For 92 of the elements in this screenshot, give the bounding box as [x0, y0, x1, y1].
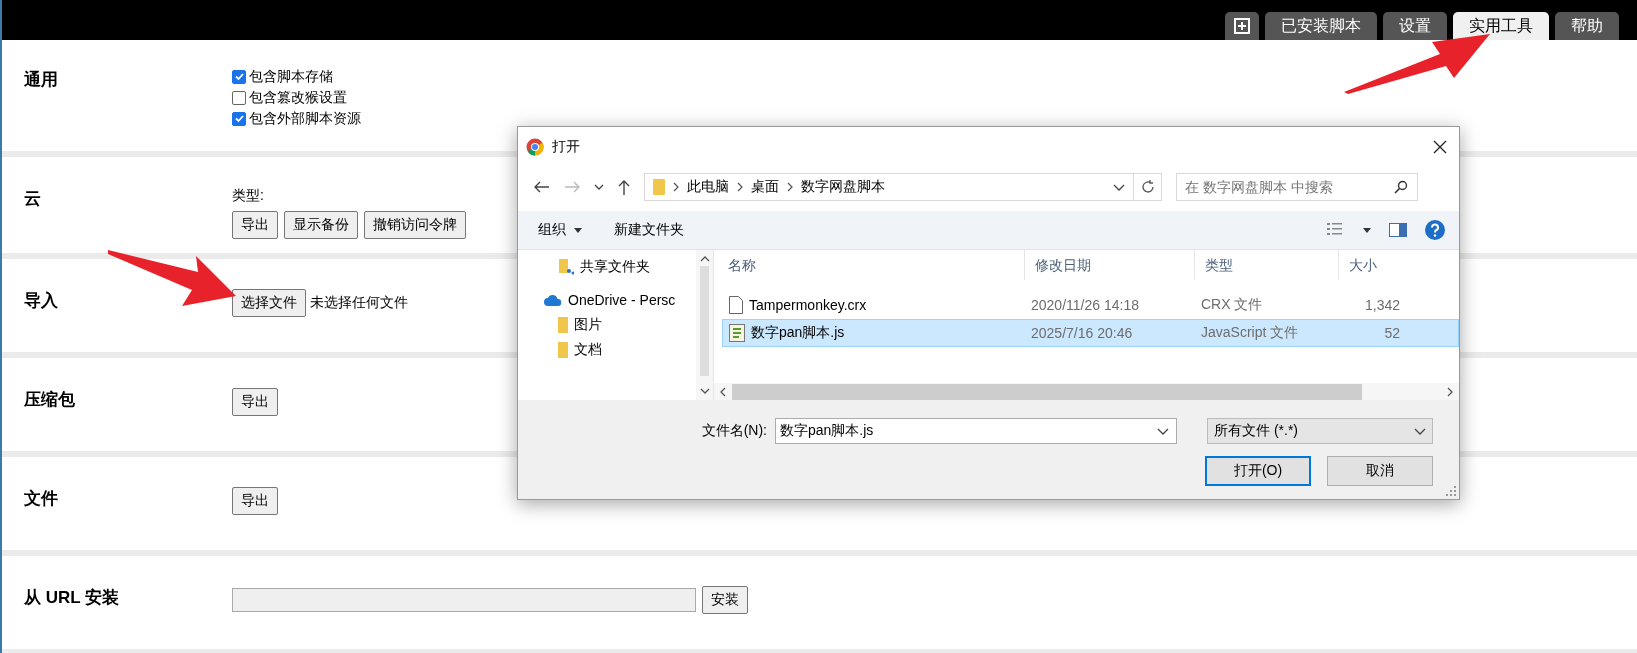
- action-button[interactable]: 导出: [232, 211, 278, 239]
- checkbox-label: 包含篡改猴设置: [249, 89, 347, 106]
- chevron-down-icon[interactable]: [594, 184, 604, 190]
- scroll-left-icon[interactable]: [720, 386, 726, 397]
- section-title: 压缩包: [24, 390, 75, 409]
- search-icon: [1394, 180, 1408, 194]
- chevron-down-icon: [1414, 427, 1426, 435]
- chevron-right-icon: [673, 182, 679, 192]
- type-label: 类型:: [232, 187, 265, 205]
- section-title: 从 URL 安装: [24, 588, 120, 607]
- section-title: 通用: [24, 70, 58, 89]
- file-type: CRX 文件: [1200, 296, 1264, 314]
- script-file-icon: [729, 324, 745, 342]
- up-icon[interactable]: [618, 179, 630, 195]
- checkbox-label: 包含脚本存储: [249, 68, 333, 85]
- section-title: 云: [24, 189, 41, 208]
- help-icon[interactable]: [1425, 220, 1445, 240]
- tab[interactable]: 已安装脚本: [1265, 12, 1377, 40]
- breadcrumb-item[interactable]: 此电脑: [687, 178, 729, 196]
- shared-folder-icon: [558, 258, 574, 275]
- action-button[interactable]: 撤销访问令牌: [364, 211, 466, 239]
- refresh-icon: [1139, 179, 1156, 195]
- folder-icon: [558, 341, 568, 358]
- dialog-button[interactable]: 打开(O): [1205, 456, 1311, 486]
- column-header[interactable]: 大小: [1339, 250, 1459, 280]
- chevron-right-icon: [787, 182, 793, 192]
- filename-field[interactable]: 数字pan脚本.js: [775, 418, 1177, 444]
- checkbox[interactable]: [232, 90, 246, 105]
- new-folder-button[interactable]: 新建文件夹: [614, 221, 684, 239]
- close-icon[interactable]: [1433, 140, 1447, 154]
- action-button[interactable]: 导出: [232, 388, 278, 416]
- breadcrumb-item[interactable]: 桌面: [751, 178, 779, 196]
- scroll-right-icon[interactable]: [1447, 386, 1453, 397]
- chevron-down-icon[interactable]: [1113, 183, 1125, 191]
- scroll-down-icon[interactable]: [699, 388, 710, 394]
- tab[interactable]: 设置: [1383, 12, 1447, 40]
- file-icon: [729, 296, 743, 314]
- nav-item[interactable]: 图片: [518, 312, 696, 337]
- caret-icon[interactable]: [1363, 227, 1371, 233]
- back-icon[interactable]: [534, 181, 550, 193]
- file-row[interactable]: Tampermonkey.crx 2020/11/26 14:18 CRX 文件 1,342: [722, 291, 1459, 319]
- address-bar[interactable]: 此电脑 桌面 数字网盘脚本: [644, 173, 1134, 201]
- column-header[interactable]: 类型: [1194, 250, 1340, 280]
- search-field[interactable]: 在 数字网盘脚本 中搜索: [1176, 173, 1418, 201]
- tab[interactable]: 实用工具: [1453, 12, 1549, 40]
- view-icon[interactable]: [1327, 222, 1345, 238]
- nav-item[interactable]: OneDrive - Persc: [518, 287, 696, 312]
- file-date: 2025/7/16 20:46: [1030, 325, 1134, 341]
- file-size: 1,342: [1363, 297, 1400, 313]
- checkbox[interactable]: [232, 111, 246, 126]
- caret-icon: [574, 227, 582, 233]
- filename-label: 文件名(N):: [701, 422, 767, 440]
- dialog-title: 打开: [552, 138, 580, 156]
- checkbox[interactable]: [232, 69, 246, 84]
- chevron-down-icon[interactable]: [1157, 428, 1169, 435]
- add-tab[interactable]: [1225, 12, 1259, 40]
- folder-icon: [558, 316, 568, 333]
- nav-item[interactable]: 共享文件夹: [518, 254, 696, 279]
- scrollbar[interactable]: [696, 250, 713, 400]
- file-name: Tampermonkey.crx: [749, 297, 867, 313]
- plus-icon: [1234, 18, 1250, 34]
- tab[interactable]: 帮助: [1555, 12, 1619, 40]
- file-type-dropdown[interactable]: 所有文件 (*.*): [1207, 418, 1433, 444]
- scroll-up-icon[interactable]: [699, 256, 710, 262]
- file-size: 52: [1383, 325, 1400, 341]
- file-row[interactable]: 数字pan脚本.js 2025/7/16 20:46 JavaScript 文件 52: [722, 319, 1459, 347]
- action-button[interactable]: 显示备份: [284, 211, 358, 239]
- column-header[interactable]: 名称: [714, 250, 1026, 280]
- cloud-icon: [544, 293, 562, 306]
- browser-icon: [526, 138, 544, 156]
- scrollbar[interactable]: [714, 383, 1459, 400]
- section-title: 导入: [24, 291, 58, 310]
- resize-grip-icon[interactable]: [1446, 486, 1456, 496]
- nav-item[interactable]: 文档: [518, 337, 696, 362]
- preview-pane-icon[interactable]: [1389, 223, 1407, 237]
- organize-menu[interactable]: 组织: [538, 221, 582, 239]
- refresh-button[interactable]: [1134, 173, 1162, 201]
- breadcrumb-item[interactable]: 数字网盘脚本: [801, 178, 885, 196]
- file-type: JavaScript 文件: [1200, 324, 1300, 342]
- chevron-right-icon: [737, 182, 743, 192]
- file-date: 2020/11/26 14:18: [1030, 297, 1140, 313]
- column-header[interactable]: 修改日期: [1025, 250, 1195, 280]
- folder-icon: [653, 179, 665, 195]
- url-field[interactable]: [232, 588, 696, 612]
- dialog-button[interactable]: 取消: [1327, 456, 1433, 486]
- section-title: 文件: [24, 489, 58, 508]
- checkbox-label: 包含外部脚本资源: [249, 110, 361, 127]
- install-button[interactable]: 安装: [702, 586, 748, 614]
- action-button[interactable]: 导出: [232, 487, 278, 515]
- file-name: 数字pan脚本.js: [751, 324, 845, 342]
- choose-file-button[interactable]: 选择文件: [232, 289, 306, 317]
- file-status: 未选择任何文件: [310, 294, 408, 312]
